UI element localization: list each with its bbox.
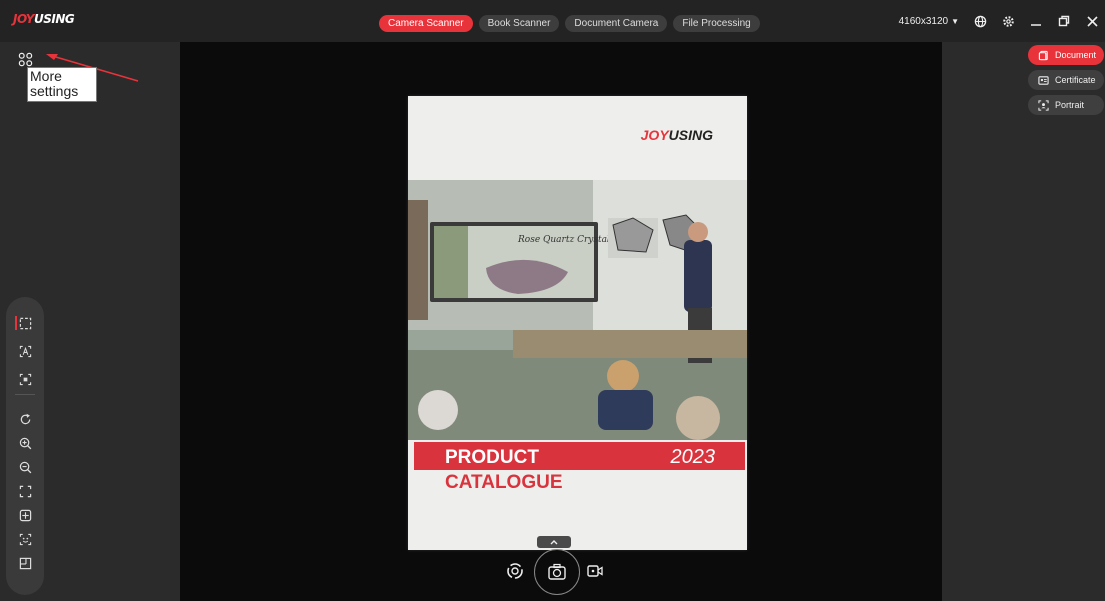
restore-icon[interactable] [1057,14,1071,28]
portrait-icon [1038,99,1049,111]
gear-icon[interactable] [1001,14,1015,28]
text-recognize-icon[interactable] [16,342,34,360]
mode-document[interactable]: Document [1028,45,1104,65]
certificate-icon [1038,75,1049,85]
document-title-line2: CATALOGUE [445,472,563,493]
rotate-icon[interactable] [16,410,34,428]
tab-file-processing[interactable]: File Processing [673,15,760,32]
mode-portrait-label: Portrait [1055,100,1085,110]
zoom-in-icon[interactable] [16,434,34,452]
title-bar: JOYUSING Camera Scanner Book Scanner Doc… [0,0,1105,42]
close-icon[interactable] [1085,14,1099,28]
grid-icon [18,52,32,66]
mode-document-label: Document [1055,50,1097,60]
camera-icon [548,563,566,580]
zoom-out-icon[interactable] [16,458,34,476]
focus-area-icon[interactable] [16,370,34,388]
camera-preview[interactable]: JOYUSING Rose Quartz Crystal PRODUCT 202… [180,42,942,601]
more-settings-button[interactable] [15,49,35,69]
resolution-value: 4160x3120 [898,15,949,27]
fit-screen-icon[interactable] [16,482,34,500]
record-video-button[interactable] [585,561,605,581]
right-panel [942,42,1105,601]
chevron-up-icon [550,539,558,544]
scanned-document: JOYUSING Rose Quartz Crystal PRODUCT 202… [408,96,747,550]
board-text: Rose Quartz Crystal [517,235,610,245]
switch-camera-icon [507,563,523,579]
globe-icon[interactable] [973,14,987,28]
mode-tabs: Camera Scanner Book Scanner Document Cam… [379,15,760,32]
tab-camera-scanner[interactable]: Camera Scanner [379,15,473,32]
video-icon [587,565,603,577]
document-icon [1038,50,1048,60]
document-title-line1: PRODUCT [445,447,539,468]
more-settings-tooltip: More settings [27,67,97,102]
face-frame-icon[interactable] [16,530,34,548]
tab-document-camera[interactable]: Document Camera [565,15,668,32]
dropdown-arrow-icon: ▼ [951,16,959,26]
expand-panel-button[interactable] [537,536,571,548]
document-year: 2023 [670,446,716,468]
tab-book-scanner[interactable]: Book Scanner [478,15,560,32]
left-toolbar [6,297,44,595]
document-brand-rest: USING [668,127,713,143]
switch-camera-button[interactable] [505,561,525,581]
capture-button[interactable] [534,549,580,595]
classroom-photo: Rose Quartz Crystal [408,180,747,440]
mode-certificate[interactable]: Certificate [1028,70,1104,90]
resolution-select[interactable]: 4160x3120 ▼ [899,16,959,27]
window-controls: 4160x3120 ▼ [899,14,1099,28]
mode-certificate-label: Certificate [1055,75,1096,85]
minimize-icon[interactable] [1029,14,1043,28]
crosshair-icon[interactable] [16,506,34,524]
auto-crop-icon[interactable] [16,314,34,332]
split-page-icon[interactable] [16,554,34,572]
mode-portrait[interactable]: Portrait [1028,95,1104,115]
document-brand-logo: JOYUSING [640,127,713,143]
app-logo: JOYUSING [13,12,75,26]
toolbar-divider [15,394,35,395]
